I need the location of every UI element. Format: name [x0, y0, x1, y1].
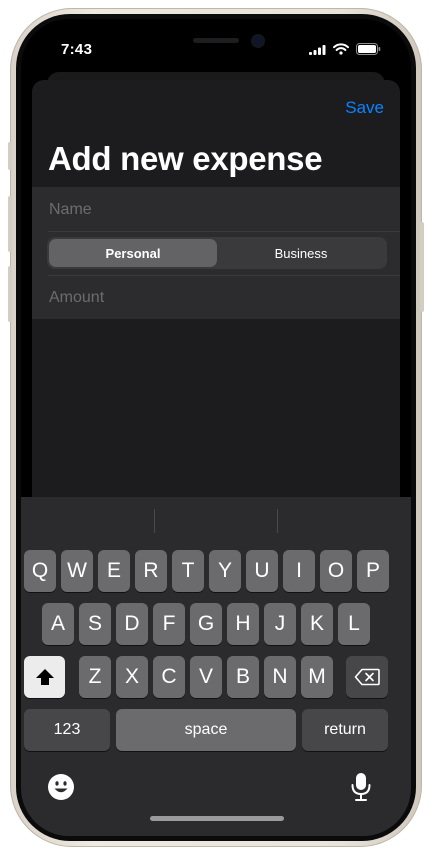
return-key[interactable]: return: [302, 709, 388, 751]
type-row: Personal Business: [32, 231, 400, 275]
key-x[interactable]: X: [116, 656, 148, 698]
front-camera: [253, 36, 263, 46]
side-button-volume-up: [8, 196, 12, 252]
key-l[interactable]: L: [338, 603, 370, 645]
backspace-icon: [354, 668, 380, 686]
key-y[interactable]: Y: [209, 550, 241, 592]
microphone-icon: [351, 773, 371, 801]
battery-icon: [356, 43, 381, 55]
key-f[interactable]: F: [153, 603, 185, 645]
suggestion-divider: [277, 509, 278, 533]
delete-key[interactable]: [346, 656, 388, 698]
segment-business[interactable]: Business: [217, 239, 385, 267]
key-m[interactable]: M: [301, 656, 333, 698]
key-o[interactable]: O: [320, 550, 352, 592]
amount-row: [32, 275, 400, 321]
home-indicator[interactable]: [150, 816, 284, 821]
key-t[interactable]: T: [172, 550, 204, 592]
side-button-mute: [8, 142, 12, 170]
shift-key[interactable]: [24, 656, 65, 698]
wifi-icon: [333, 43, 349, 55]
status-icons: [309, 43, 381, 55]
earpiece-speaker: [193, 38, 239, 43]
key-g[interactable]: G: [190, 603, 222, 645]
keyboard: Q W E R T Y U I O P A S D F G H J K L Z …: [21, 497, 411, 836]
key-k[interactable]: K: [301, 603, 333, 645]
expense-form: Personal Business: [32, 187, 400, 321]
emoji-button[interactable]: [47, 773, 75, 801]
key-c[interactable]: C: [153, 656, 185, 698]
key-s[interactable]: S: [79, 603, 111, 645]
keyboard-suggestions-bar: [21, 497, 411, 542]
segment-personal[interactable]: Personal: [49, 239, 217, 267]
dictation-button[interactable]: [350, 772, 372, 802]
key-z[interactable]: Z: [79, 656, 111, 698]
key-e[interactable]: E: [98, 550, 130, 592]
key-q[interactable]: Q: [24, 550, 56, 592]
name-row: [32, 187, 400, 233]
numbers-key[interactable]: 123: [24, 709, 110, 751]
key-u[interactable]: U: [246, 550, 278, 592]
key-j[interactable]: J: [264, 603, 296, 645]
status-time: 7:43: [61, 41, 93, 58]
side-button-volume-down: [8, 266, 12, 322]
space-key[interactable]: space: [116, 709, 296, 751]
key-n[interactable]: N: [264, 656, 296, 698]
key-d[interactable]: D: [116, 603, 148, 645]
key-v[interactable]: V: [190, 656, 222, 698]
key-b[interactable]: B: [227, 656, 259, 698]
shift-arrow-icon: [35, 669, 54, 685]
key-i[interactable]: I: [283, 550, 315, 592]
status-bar: 7:43: [21, 19, 411, 67]
save-button[interactable]: Save: [345, 98, 384, 118]
emoji-icon: [48, 774, 74, 800]
screen: 7:43 Save Add new expense Name Personal …: [21, 19, 411, 836]
expense-type-picker: Personal Business: [47, 237, 387, 269]
key-a[interactable]: A: [42, 603, 74, 645]
suggestion-divider: [154, 509, 155, 533]
page-title: Add new expense: [48, 140, 323, 177]
key-w[interactable]: W: [61, 550, 93, 592]
name-field[interactable]: [47, 187, 381, 233]
key-h[interactable]: H: [227, 603, 259, 645]
amount-field[interactable]: [47, 275, 381, 321]
side-button-power: [420, 222, 424, 312]
signal-icon: [309, 44, 326, 55]
key-r[interactable]: R: [135, 550, 167, 592]
key-p[interactable]: P: [357, 550, 389, 592]
